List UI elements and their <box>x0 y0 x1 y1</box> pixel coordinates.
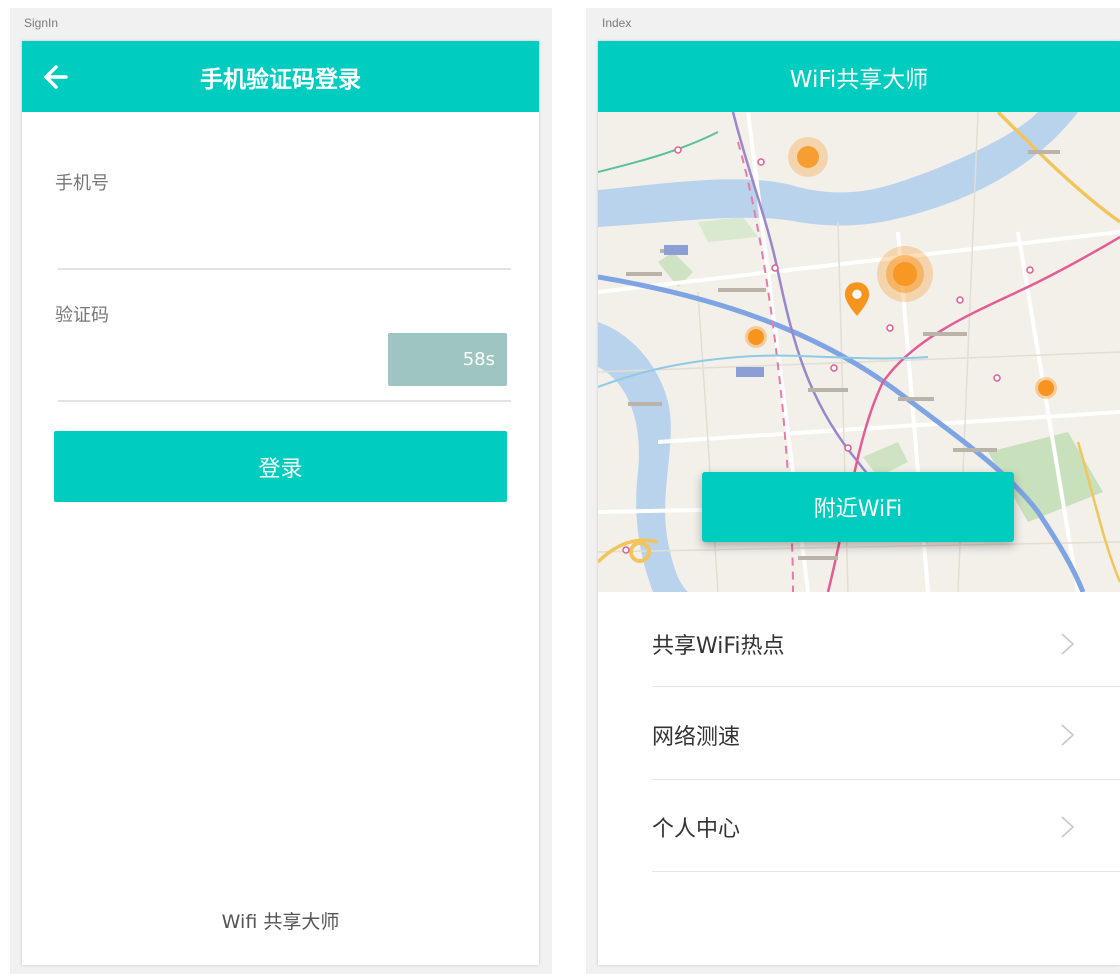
menu-item-label: 个人中心 <box>652 817 741 842</box>
login-button[interactable]: 登录 <box>54 431 507 502</box>
page-title: WiFi共享大师 <box>789 66 929 93</box>
menu-item-speed-test[interactable]: 网络测速 <box>652 689 1120 781</box>
menu-divider <box>652 871 1120 872</box>
code-label: 验证码 <box>55 305 109 326</box>
signin-artboard: SignIn 手机验证码登录 手机号 验证码 58s 登录 Wifi 共享大师 <box>10 8 552 974</box>
chevron-right-icon <box>1061 633 1075 655</box>
nearby-wifi-button[interactable]: 附近WiFi <box>702 472 1014 542</box>
phone-label: 手机号 <box>55 173 109 194</box>
menu-item-profile[interactable]: 个人中心 <box>652 781 1120 873</box>
code-input-underline <box>58 400 511 402</box>
artboard-label-index: Index <box>602 16 632 30</box>
menu-item-label: 网络测速 <box>652 725 741 750</box>
phone-input-underline <box>58 268 511 270</box>
index-header: WiFi共享大师 <box>598 41 1120 112</box>
map-pin-icon[interactable] <box>843 280 871 318</box>
index-screen: WiFi共享大师 附近WiFi 共享WiFi热点 网络测速 个人中心 <box>598 41 1120 965</box>
phone-input[interactable] <box>58 206 511 268</box>
countdown-button[interactable]: 58s <box>388 333 507 386</box>
arrow-left-icon[interactable] <box>38 59 74 95</box>
signin-header: 手机验证码登录 <box>22 41 539 112</box>
chevron-right-icon <box>1061 816 1075 838</box>
signin-screen: 手机验证码登录 手机号 验证码 58s 登录 Wifi 共享大师 <box>22 41 539 965</box>
menu-item-share-hotspot[interactable]: 共享WiFi热点 <box>652 598 1120 690</box>
map-view[interactable]: 附近WiFi <box>598 112 1120 592</box>
artboard-label-signin: SignIn <box>24 16 59 30</box>
page-title: 手机验证码登录 <box>200 66 361 93</box>
code-input[interactable] <box>58 336 378 396</box>
chevron-right-icon <box>1061 724 1075 746</box>
menu-divider <box>652 686 1120 687</box>
menu-divider <box>652 779 1120 780</box>
menu-item-label: 共享WiFi热点 <box>652 634 785 659</box>
app-footer: Wifi 共享大师 <box>221 911 340 933</box>
index-artboard: Index WiFi共享大师 附近WiFi 共享WiFi热点 网络测速 个人中心 <box>586 8 1120 974</box>
